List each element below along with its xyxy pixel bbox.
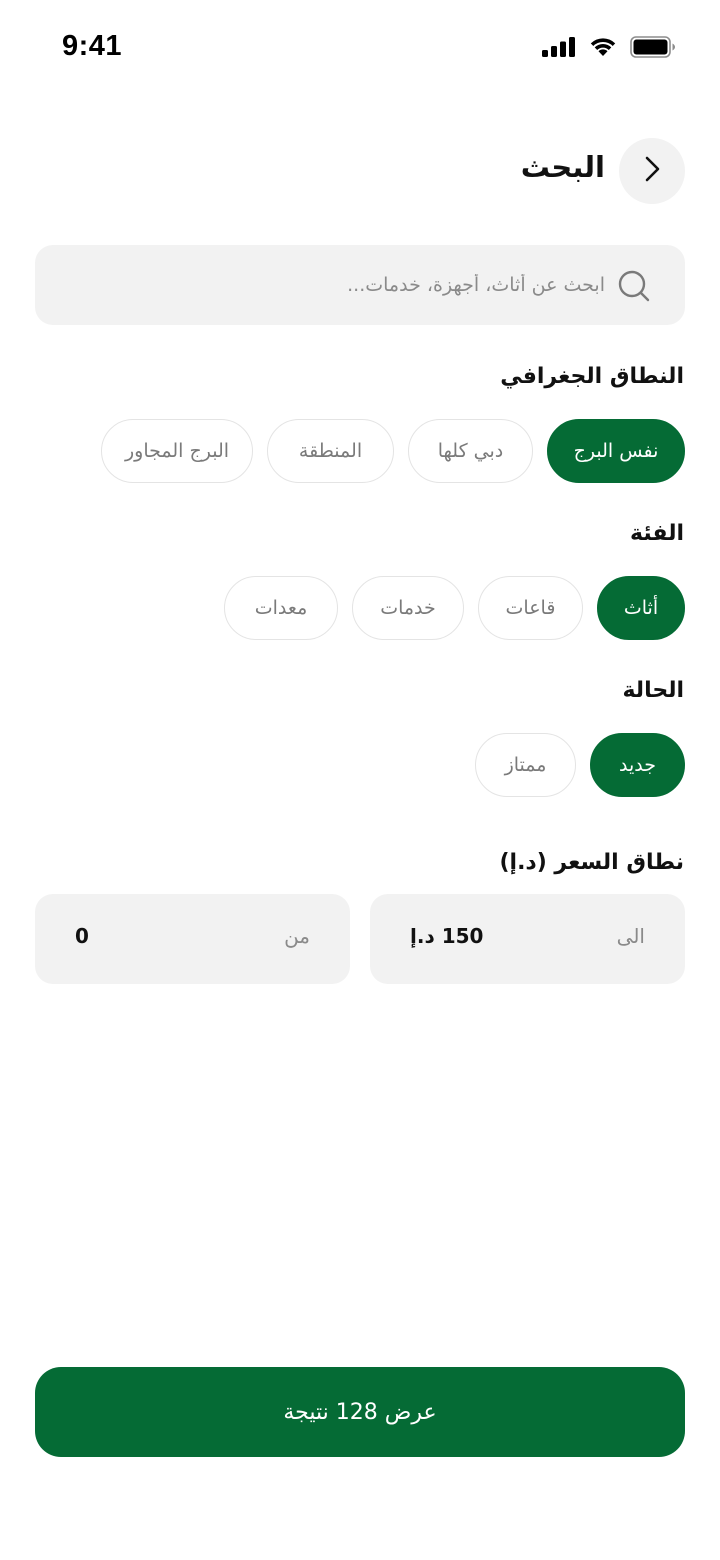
- chip-equipment[interactable]: معدات: [224, 576, 338, 640]
- price-to-value: 150 د.إ: [410, 924, 484, 948]
- chip-neighbor-tower[interactable]: البرج المجاور: [101, 419, 253, 483]
- geo-range-chips: نفس البرج دبي كلها المنطقة البرج المجاور: [101, 419, 685, 483]
- signal-icon: [542, 37, 576, 61]
- condition-label: الحالة: [622, 678, 684, 703]
- search-icon: [617, 269, 651, 303]
- page-title: البحث: [520, 150, 605, 184]
- price-range-label: نطاق السعر (د.إ): [499, 850, 684, 875]
- chip-area[interactable]: المنطقة: [267, 419, 394, 483]
- back-button[interactable]: [619, 138, 685, 204]
- chip-furniture[interactable]: أثاث: [597, 576, 685, 640]
- chip-halls[interactable]: قاعات: [478, 576, 583, 640]
- category-label: الفئة: [630, 521, 684, 546]
- price-from-label: من: [284, 924, 310, 948]
- price-from-value: 0: [75, 924, 89, 948]
- chip-services[interactable]: خدمات: [352, 576, 464, 640]
- chip-excellent[interactable]: ممتاز: [475, 733, 576, 797]
- status-bar: 9:41: [0, 0, 720, 96]
- price-from-field[interactable]: من 0: [35, 894, 350, 984]
- price-to-field[interactable]: الى 150 د.إ: [370, 894, 685, 984]
- category-chips: أثاث قاعات خدمات معدات: [224, 576, 685, 640]
- search-box[interactable]: [35, 245, 685, 325]
- search-filter-screen: 9:41 البحث ابحث عن أثاث، أجهزة، خدمات...…: [0, 0, 720, 1560]
- chip-all-dubai[interactable]: دبي كلها: [408, 419, 533, 483]
- show-results-button[interactable]: عرض 128 نتيجة: [35, 1367, 685, 1457]
- header: البحث: [0, 138, 720, 204]
- wifi-icon: [588, 36, 618, 62]
- status-time: 9:41: [62, 30, 123, 62]
- status-icons: [542, 36, 676, 62]
- search-input[interactable]: [85, 245, 605, 325]
- chevron-right-icon: [640, 154, 664, 188]
- geo-range-label: النطاق الجغرافي: [500, 364, 684, 389]
- price-to-label: الى: [616, 924, 645, 948]
- chip-same-tower[interactable]: نفس البرج: [547, 419, 685, 483]
- condition-chips: جديد ممتاز: [475, 733, 685, 797]
- battery-icon: [630, 36, 676, 62]
- chip-new[interactable]: جديد: [590, 733, 685, 797]
